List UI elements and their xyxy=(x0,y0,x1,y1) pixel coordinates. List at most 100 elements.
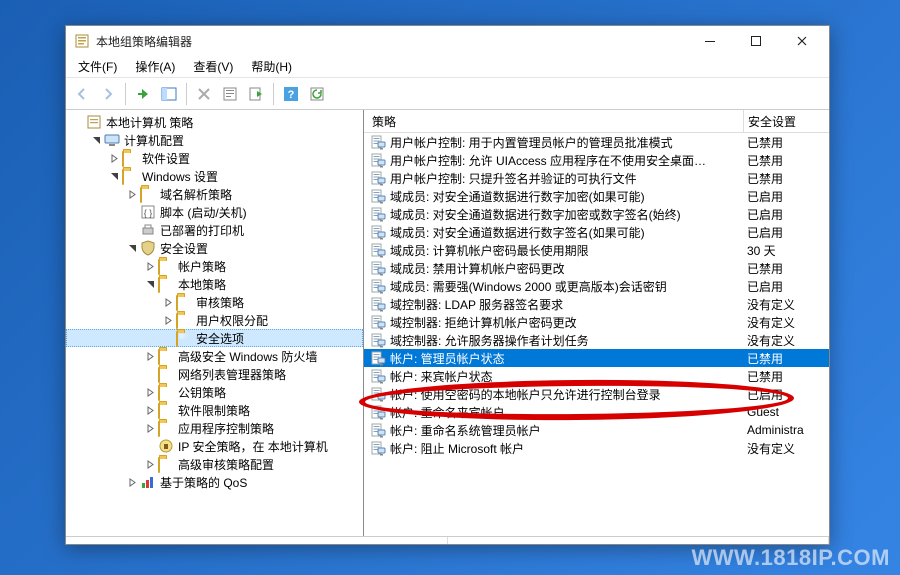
tree-item-userrights[interactable]: 用户权限分配 xyxy=(66,311,363,329)
tree-twist-icon[interactable] xyxy=(108,170,120,182)
policy-row[interactable]: 域成员: 计算机帐户密码最长使用期限30 天 xyxy=(364,241,829,259)
policy-row[interactable]: 帐户: 重命名来宾帐户Guest xyxy=(364,403,829,421)
policy-row[interactable]: 帐户: 来宾帐户状态已禁用 xyxy=(364,367,829,385)
tree-pane[interactable]: 本地计算机 策略计算机配置软件设置Windows 设置域名解析策略{ }脚本 (… xyxy=(66,110,364,536)
menu-help[interactable]: 帮助(H) xyxy=(245,56,298,77)
export-list-button[interactable] xyxy=(244,82,268,106)
tree-item-computer[interactable]: 计算机配置 xyxy=(66,131,363,149)
watermark: WWW.1818IP.COM xyxy=(691,547,890,569)
tree-item-ipsec[interactable]: IP 安全策略，在 本地计算机 xyxy=(66,437,363,455)
app-icon xyxy=(74,33,90,49)
tree-item-scripts[interactable]: { }脚本 (启动/关机) xyxy=(66,203,363,221)
tree-twist-icon[interactable] xyxy=(144,278,156,290)
menu-file[interactable]: 文件(F) xyxy=(72,56,123,77)
policy-row[interactable]: 帐户: 阻止 Microsoft 帐户没有定义 xyxy=(364,439,829,457)
tree-twist-icon[interactable] xyxy=(90,134,102,146)
tree-label: 网络列表管理器策略 xyxy=(178,366,286,383)
help-button[interactable]: ? xyxy=(279,82,303,106)
tree-item-softrestrict[interactable]: 软件限制策略 xyxy=(66,401,363,419)
tree-item-pubkey[interactable]: 公钥策略 xyxy=(66,383,363,401)
tree-item-accountpol[interactable]: 帐户策略 xyxy=(66,257,363,275)
policy-row[interactable]: 域成员: 需要强(Windows 2000 或更高版本)会话密钥已启用 xyxy=(364,277,829,295)
tree-item-appcontrol[interactable]: 应用程序控制策略 xyxy=(66,419,363,437)
policy-icon xyxy=(370,242,386,258)
delete-button[interactable] xyxy=(192,82,216,106)
tree-item-localpol[interactable]: 本地策略 xyxy=(66,275,363,293)
policy-value: 30 天 xyxy=(747,242,829,259)
policy-name: 用户帐户控制: 用于内置管理员帐户的管理员批准模式 xyxy=(390,134,747,151)
policy-name: 帐户: 来宾帐户状态 xyxy=(390,368,747,385)
show-hide-tree-button[interactable] xyxy=(157,82,181,106)
policy-icon xyxy=(370,404,386,420)
policy-row[interactable]: 帐户: 管理员帐户状态已禁用 xyxy=(364,349,829,367)
folder-icon xyxy=(158,420,174,436)
tree-twist-icon[interactable] xyxy=(126,242,138,254)
folder-icon xyxy=(122,168,138,184)
policy-row[interactable]: 域成员: 禁用计算机帐户密码更改已禁用 xyxy=(364,259,829,277)
main-window: 本地组策略编辑器 文件(F) 操作(A) 查看(V) 帮助(H) ? xyxy=(65,25,830,545)
col-policy[interactable]: 策略 xyxy=(364,113,743,130)
tree-twist-icon[interactable] xyxy=(162,314,174,326)
maximize-button[interactable] xyxy=(733,27,779,55)
tree-item-printers[interactable]: 已部署的打印机 xyxy=(66,221,363,239)
tree-label: 软件设置 xyxy=(142,150,190,167)
titlebar: 本地组策略编辑器 xyxy=(66,26,829,56)
menu-view[interactable]: 查看(V) xyxy=(187,56,239,77)
policy-row[interactable]: 用户帐户控制: 只提升签名并验证的可执行文件已禁用 xyxy=(364,169,829,187)
tree-twist-icon[interactable] xyxy=(126,476,138,488)
tree-label: 脚本 (启动/关机) xyxy=(160,204,247,221)
policy-row[interactable]: 域控制器: 拒绝计算机帐户密码更改没有定义 xyxy=(364,313,829,331)
policy-name: 帐户: 管理员帐户状态 xyxy=(390,350,747,367)
list-pane: 策略 安全设置 用户帐户控制: 用于内置管理员帐户的管理员批准模式已禁用用户帐户… xyxy=(364,110,829,536)
tree-twist-icon[interactable] xyxy=(144,386,156,398)
policy-row[interactable]: 帐户: 使用空密码的本地帐户只允许进行控制台登录已启用 xyxy=(364,385,829,403)
tree-twist-icon[interactable] xyxy=(162,296,174,308)
tree-twist-icon[interactable] xyxy=(108,152,120,164)
policy-row[interactable]: 用户帐户控制: 用于内置管理员帐户的管理员批准模式已禁用 xyxy=(364,133,829,151)
policy-row[interactable]: 域控制器: LDAP 服务器签名要求没有定义 xyxy=(364,295,829,313)
policy-icon xyxy=(370,206,386,222)
shield-icon xyxy=(140,240,156,256)
policy-row[interactable]: 域控制器: 允许服务器操作者计划任务没有定义 xyxy=(364,331,829,349)
tree-item-audit[interactable]: 审核策略 xyxy=(66,293,363,311)
list-body[interactable]: 用户帐户控制: 用于内置管理员帐户的管理员批准模式已禁用用户帐户控制: 允许 U… xyxy=(364,133,829,536)
tree-item-qos[interactable]: 基于策略的 QoS xyxy=(66,473,363,491)
tree-twist-icon[interactable] xyxy=(144,458,156,470)
properties-button[interactable] xyxy=(218,82,242,106)
tree-item-software[interactable]: 软件设置 xyxy=(66,149,363,167)
policy-icon xyxy=(370,224,386,240)
tree-item-root[interactable]: 本地计算机 策略 xyxy=(66,113,363,131)
tree-item-dns[interactable]: 域名解析策略 xyxy=(66,185,363,203)
back-button[interactable] xyxy=(70,82,94,106)
tree-twist-icon[interactable] xyxy=(144,404,156,416)
tree-item-advaudit[interactable]: 高级审核策略配置 xyxy=(66,455,363,473)
policy-row[interactable]: 用户帐户控制: 允许 UIAccess 应用程序在不使用安全桌面…已禁用 xyxy=(364,151,829,169)
refresh-button[interactable] xyxy=(305,82,329,106)
tree-label: 公钥策略 xyxy=(178,384,226,401)
policy-row[interactable]: 帐户: 重命名系统管理员帐户Administra xyxy=(364,421,829,439)
ipsec-icon xyxy=(158,438,174,454)
col-setting[interactable]: 安全设置 xyxy=(743,110,829,132)
forward-button[interactable] xyxy=(96,82,120,106)
tree-item-secopts[interactable]: 安全选项 xyxy=(66,329,363,347)
folder-icon xyxy=(158,456,174,472)
tree-item-security[interactable]: 安全设置 xyxy=(66,239,363,257)
menu-action[interactable]: 操作(A) xyxy=(129,56,181,77)
computer-icon xyxy=(104,132,120,148)
policy-row[interactable]: 域成员: 对安全通道数据进行数字加密或数字签名(始终)已启用 xyxy=(364,205,829,223)
close-button[interactable] xyxy=(779,27,825,55)
policy-row[interactable]: 域成员: 对安全通道数据进行数字签名(如果可能)已启用 xyxy=(364,223,829,241)
up-level-button[interactable] xyxy=(131,82,155,106)
list-header: 策略 安全设置 xyxy=(364,110,829,133)
tree-twist-icon[interactable] xyxy=(144,260,156,272)
policy-name: 域控制器: LDAP 服务器签名要求 xyxy=(390,296,747,313)
policy-icon xyxy=(370,368,386,384)
tree-item-firewall[interactable]: 高级安全 Windows 防火墙 xyxy=(66,347,363,365)
tree-item-netlist[interactable]: 网络列表管理器策略 xyxy=(66,365,363,383)
tree-twist-icon[interactable] xyxy=(144,350,156,362)
policy-row[interactable]: 域成员: 对安全通道数据进行数字加密(如果可能)已启用 xyxy=(364,187,829,205)
minimize-button[interactable] xyxy=(687,27,733,55)
tree-item-windows[interactable]: Windows 设置 xyxy=(66,167,363,185)
tree-twist-icon[interactable] xyxy=(144,422,156,434)
tree-twist-icon[interactable] xyxy=(126,188,138,200)
